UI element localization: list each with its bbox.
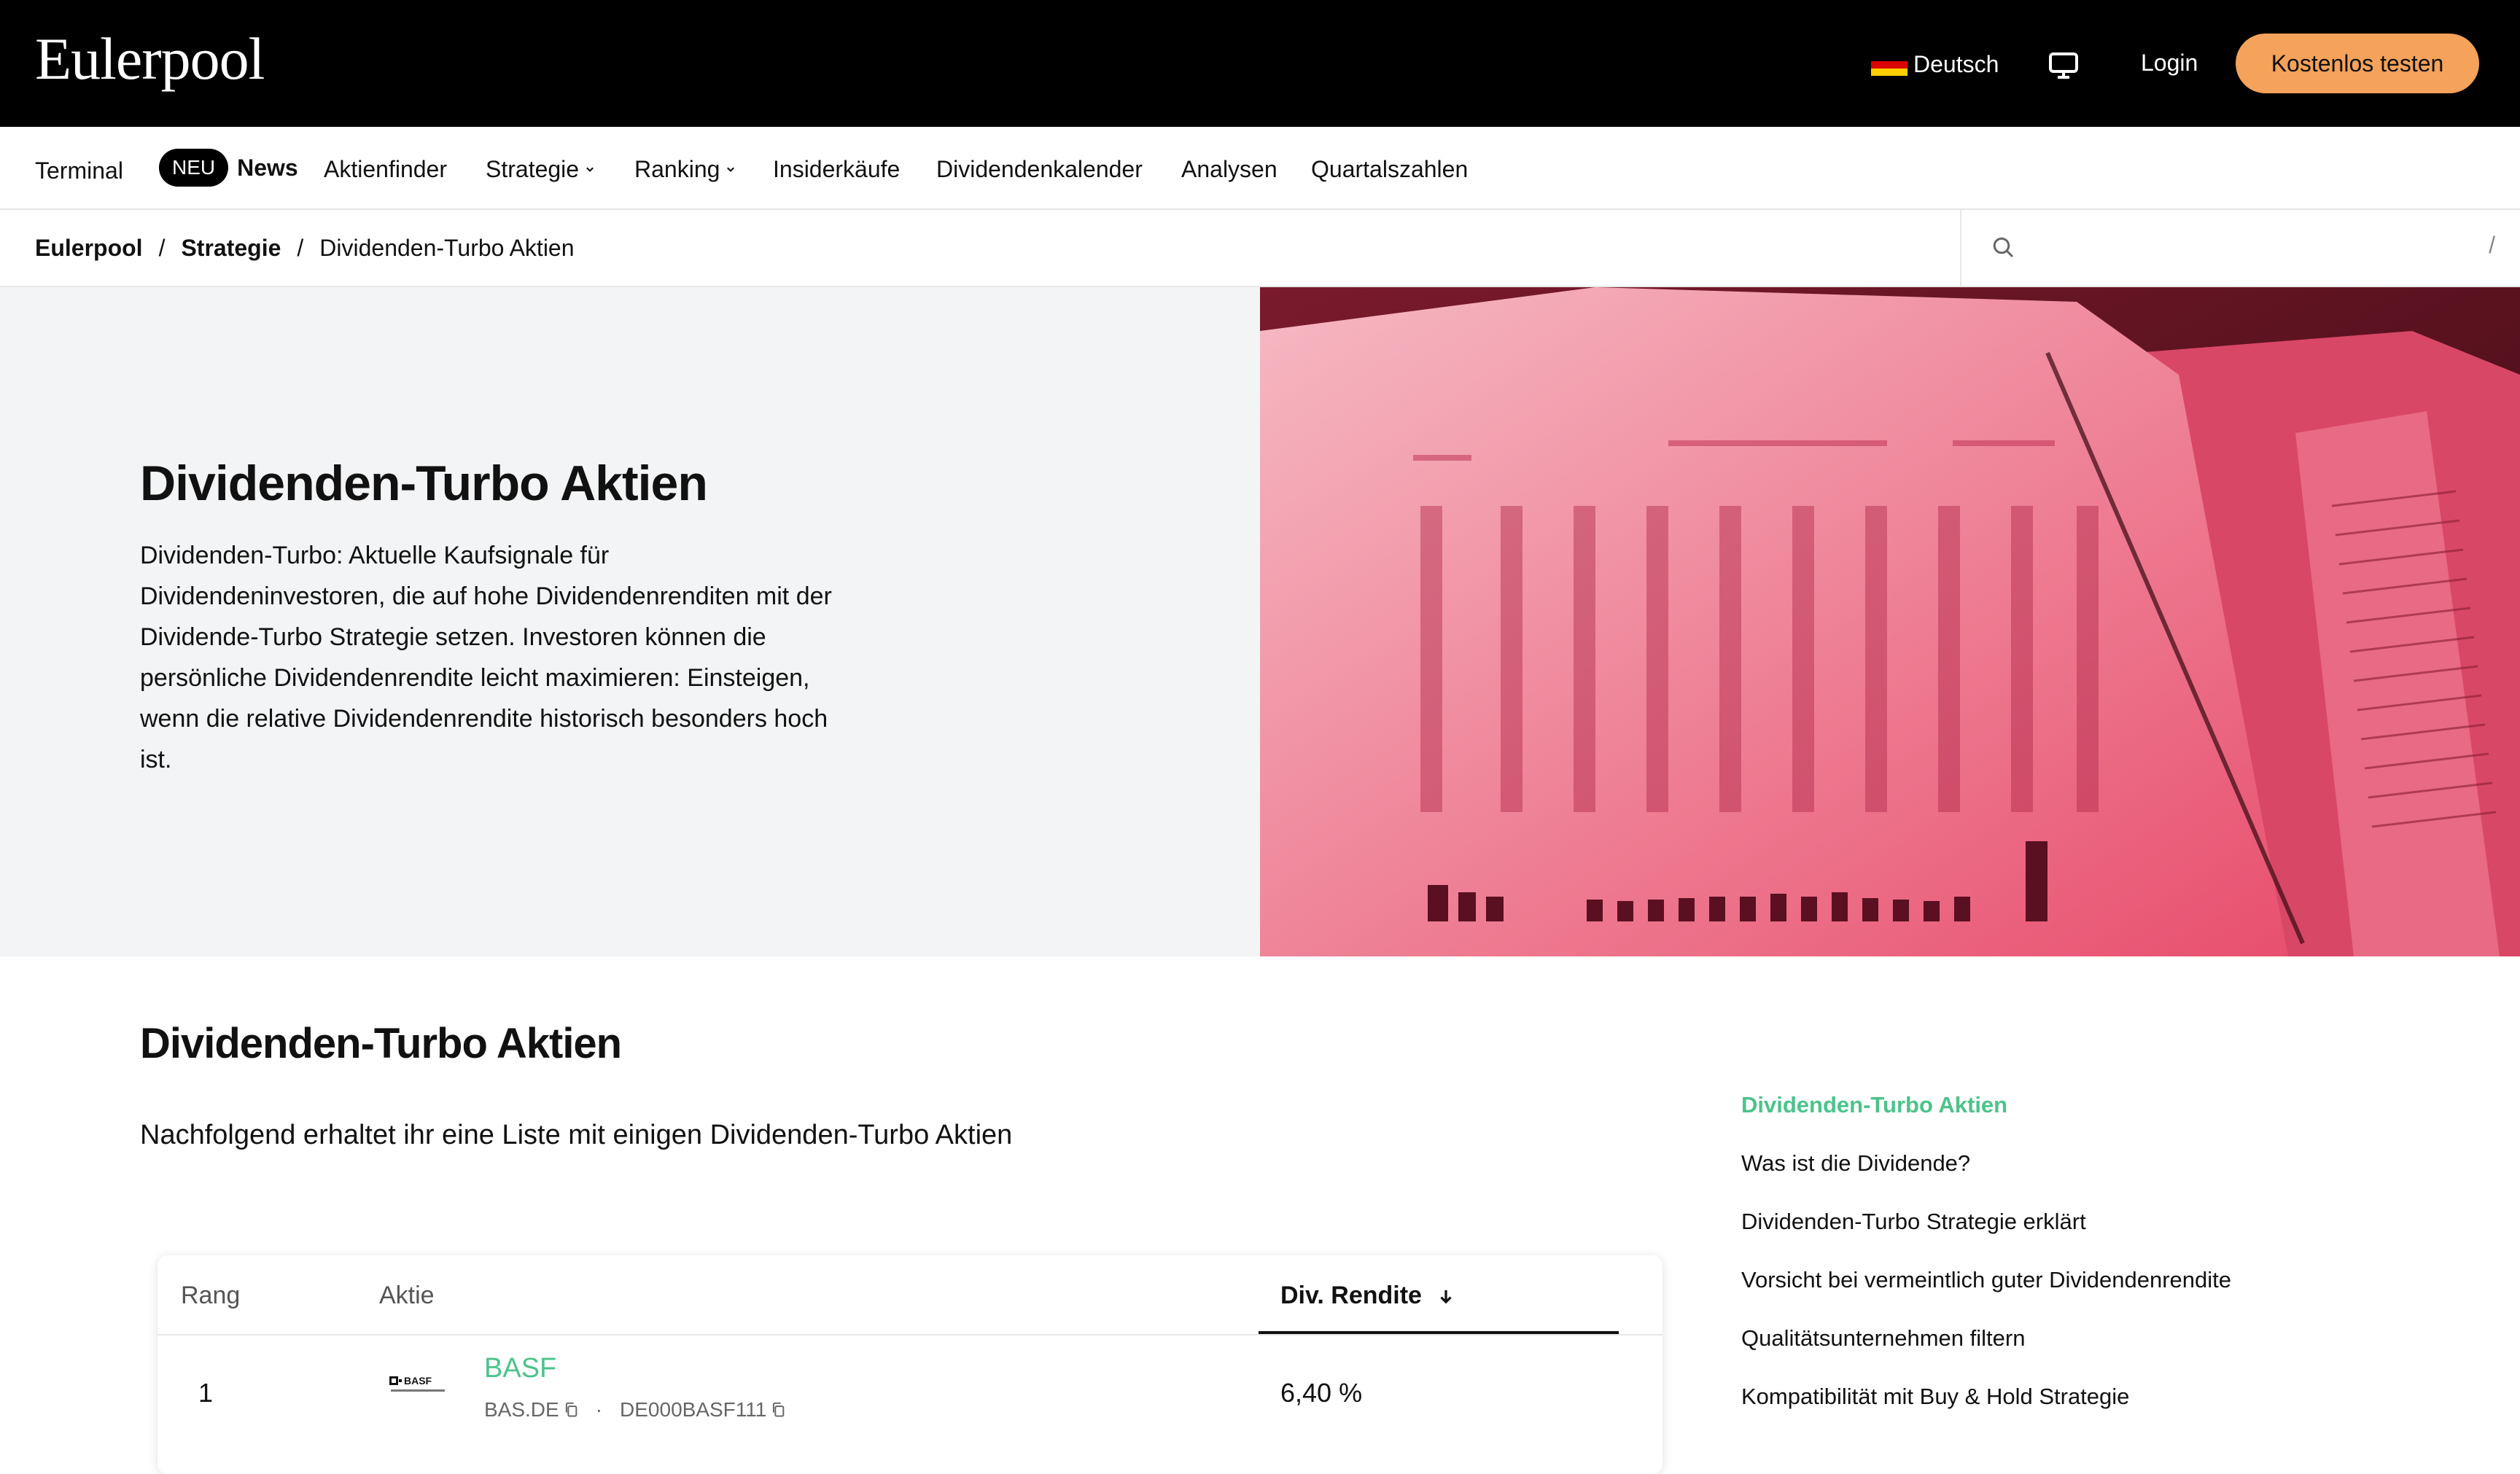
basf-logo: BASF [389, 1375, 445, 1392]
nav-terminal[interactable]: Terminal [35, 157, 123, 184]
isin: DE000BASF111 [620, 1398, 767, 1421]
nav-strategie-label: Strategie [486, 156, 580, 182]
toc-item-strategie-erklaert[interactable]: Dividenden-Turbo Strategie erklärt [1741, 1206, 2231, 1264]
dividend-yield-value: 6,40 % [1280, 1378, 1363, 1408]
nav-insiderkaeufe[interactable]: Insiderkäufe [773, 156, 900, 183]
toc-item-qualitaetsunternehmen[interactable]: Qualitätsunternehmen filtern [1741, 1322, 2231, 1381]
login-link[interactable]: Login [2141, 50, 2198, 77]
hero-description: Dividenden-Turbo: Aktuelle Kaufsignale f… [140, 542, 832, 773]
new-badge: NEU [159, 149, 229, 187]
main-nav: Terminal NEU News Aktienfinder Strategie… [0, 127, 2520, 210]
meta-separator: · [595, 1398, 603, 1421]
row-rank: 1 [198, 1378, 214, 1408]
ticker-symbol: BAS.DE [484, 1398, 559, 1421]
breadcrumb: Eulerpool / Strategie / Dividenden-Turbo… [35, 235, 575, 262]
language-label: Deutsch [1913, 51, 1999, 77]
breadcrumb-strategie[interactable]: Strategie [181, 235, 281, 262]
toc-item-was-ist-die-dividende[interactable]: Was ist die Dividende? [1741, 1147, 2231, 1206]
top-bar: Eulerpool Deutsch Login Kostenlos testen [0, 0, 2520, 127]
breadcrumb-current: Dividenden-Turbo Aktien [319, 235, 575, 261]
breadcrumb-separator: / [158, 235, 166, 261]
nav-dividendenkalender[interactable]: Dividendenkalender [936, 156, 1143, 183]
free-trial-button[interactable]: Kostenlos testen [2236, 34, 2479, 93]
nav-strategie[interactable]: Strategie [486, 156, 595, 183]
monitor-icon[interactable] [2046, 48, 2081, 83]
copy-icon[interactable] [564, 1402, 578, 1418]
arrow-down-icon [1440, 1290, 1452, 1303]
eulerpool-logo[interactable]: Eulerpool [35, 25, 265, 93]
table-of-contents: Dividenden-Turbo Aktien Was ist die Divi… [1741, 1089, 2231, 1439]
page-title: Dividenden-Turbo Aktien [140, 456, 708, 511]
nav-ranking[interactable]: Ranking [634, 156, 736, 183]
chevron-down-icon [586, 166, 594, 172]
german-flag-icon [1871, 53, 1908, 76]
nav-ranking-label: Ranking [634, 156, 720, 182]
stock-table: Rang Aktie Div. Rendite 1 BASF BASF BAS.… [158, 1255, 1662, 1474]
breadcrumb-separator: / [297, 235, 304, 261]
stock-name-link[interactable]: BASF [484, 1353, 556, 1384]
nav-quartalszahlen[interactable]: Quartalszahlen [1311, 156, 1468, 183]
section-subtitle: Nachfolgend erhaltet ihr eine Liste mit … [140, 1120, 1013, 1150]
hero-financial-papers-image [1260, 287, 2520, 956]
hero-image [1260, 287, 2520, 956]
copy-icon[interactable] [771, 1402, 785, 1418]
nav-news-label: News [237, 154, 298, 181]
toc-item-dividenden-turbo-aktien[interactable]: Dividenden-Turbo Aktien [1741, 1089, 2231, 1147]
breadcrumb-home[interactable]: Eulerpool [35, 235, 143, 262]
search-icon [1993, 237, 2014, 258]
chevron-down-icon [727, 166, 735, 172]
column-header-dividend-yield-label: Div. Rendite [1280, 1282, 1422, 1309]
column-header-stock[interactable]: Aktie [379, 1282, 435, 1310]
breadcrumb-row: Eulerpool / Strategie / Dividenden-Turbo… [0, 210, 2520, 287]
column-header-rank[interactable]: Rang [181, 1282, 240, 1310]
toc-item-buy-and-hold[interactable]: Kompatibilität mit Buy & Hold Strategie [1741, 1381, 2231, 1439]
basf-logo-text: BASF [404, 1375, 432, 1387]
search-shortcut-hint: / [2489, 232, 2495, 258]
toc-item-vorsicht-dividendenrendite[interactable]: Vorsicht bei vermeintlich guter Dividend… [1741, 1264, 2231, 1322]
section-title: Dividenden-Turbo Aktien [140, 1020, 622, 1067]
hero-panel: Dividenden-Turbo Aktien Dividenden-Turbo… [0, 287, 1260, 956]
nav-news[interactable]: NEU News [159, 149, 298, 187]
search-input[interactable]: / [1960, 210, 2520, 287]
column-header-dividend-yield[interactable]: Div. Rendite [1280, 1282, 1455, 1310]
stock-identifiers: BAS.DE · DE000BASF111 [484, 1398, 785, 1422]
nav-analysen[interactable]: Analysen [1181, 156, 1278, 183]
header-divider [158, 1334, 1662, 1335]
nav-aktienfinder[interactable]: Aktienfinder [324, 156, 447, 183]
language-selector[interactable]: Deutsch [1871, 51, 1999, 78]
